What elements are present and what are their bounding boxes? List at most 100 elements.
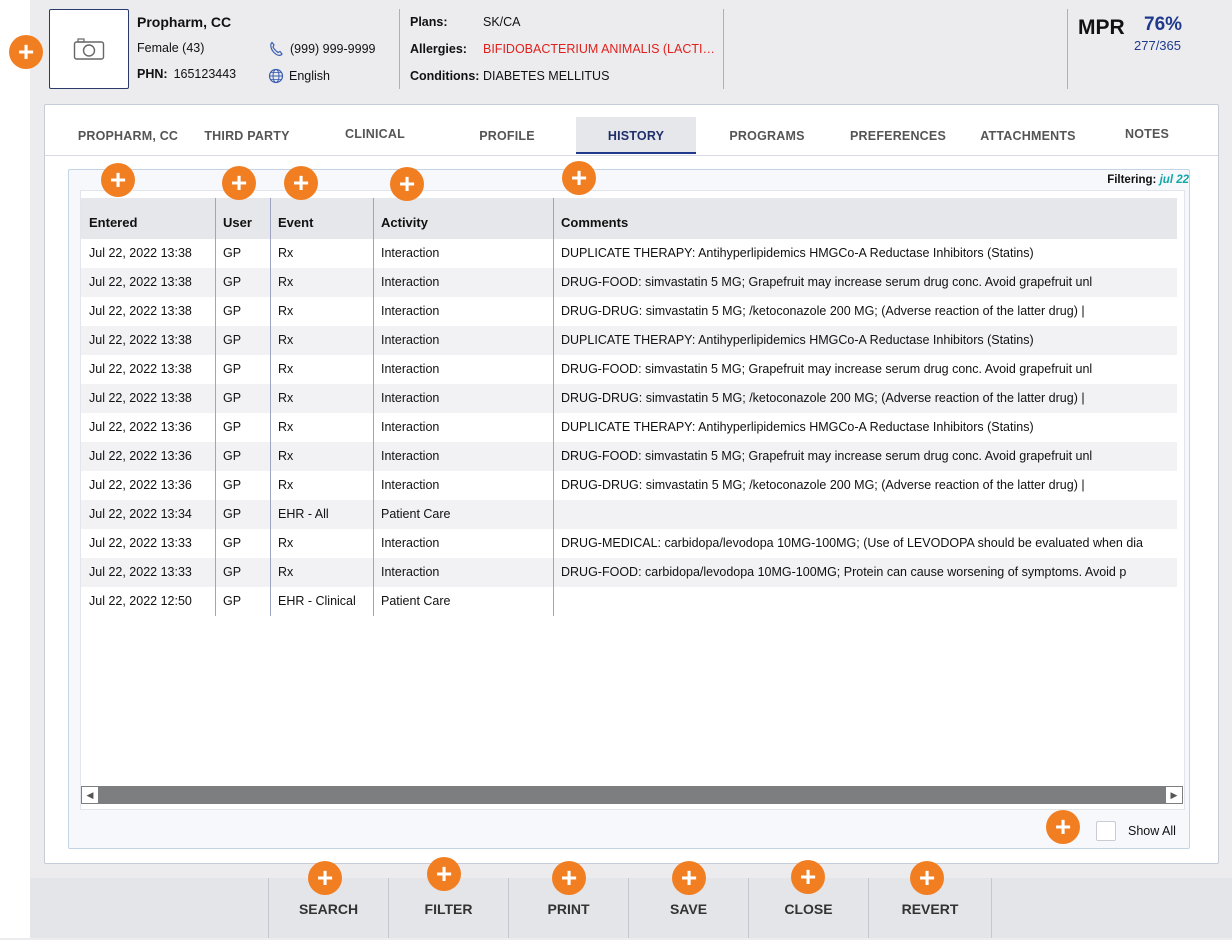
plus-icon[interactable]: + (672, 861, 706, 895)
cell-event: EHR - All (278, 507, 329, 521)
cell-comments: DUPLICATE THERAPY: Antihyperlipidemics H… (561, 246, 1034, 260)
cell-user: GP (223, 594, 242, 608)
cell-user: GP (223, 275, 242, 289)
cell-activity: Interaction (381, 246, 440, 260)
cell-comments (553, 587, 1177, 616)
table-row[interactable]: Jul 22, 2022 12:50 GP EHR - Clinical Patien… (81, 587, 1177, 616)
cell-user: GP (223, 333, 242, 347)
cell-activity: Interaction (381, 478, 440, 492)
cell-activity: Interaction (381, 536, 440, 550)
scroll-right-arrow[interactable]: ▶ (1165, 786, 1183, 804)
conditions-label: Conditions: (410, 69, 480, 83)
table-row[interactable]: Jul 22, 2022 13:38 GP Rx Interaction DRUG-FO… (81, 355, 1177, 384)
column-divider (553, 198, 554, 616)
column-header-event[interactable]: Event (270, 198, 373, 239)
tab-third-party[interactable]: THIRD PARTY (189, 117, 305, 153)
cell-user: GP (223, 362, 242, 376)
plans-label: Plans: (410, 15, 448, 29)
plus-icon[interactable]: + (101, 163, 135, 197)
plus-icon[interactable]: + (427, 857, 461, 891)
filter-label: Filtering: (1107, 174, 1157, 186)
tab-propharm[interactable]: PROPHARM, CC (67, 117, 189, 153)
table-row[interactable]: Jul 22, 2022 13:33 GP Rx Interaction DRUG-ME… (81, 529, 1177, 558)
plus-icon[interactable]: + (791, 860, 825, 894)
show-all-toggle[interactable]: Show All (1096, 821, 1176, 841)
tab-notes[interactable]: NOTES (1095, 115, 1199, 151)
cell-user: GP (223, 304, 242, 318)
cell-comments: DRUG-DRUG: simvastatin 5 MG; /ketoconazo… (561, 304, 1085, 318)
table-row[interactable]: Jul 22, 2022 13:38 GP Rx Interaction DRUG-FO… (81, 268, 1177, 297)
cell-activity: Interaction (381, 275, 440, 289)
plans-value: SK/CA (483, 15, 521, 29)
cell-user: GP (223, 478, 242, 492)
tab-clinical[interactable]: CLINICAL (315, 115, 435, 151)
cell-comments: DRUG-FOOD: simvastatin 5 MG; Grapefruit … (561, 362, 1093, 376)
cell-entered: Jul 22, 2022 13:34 (89, 507, 192, 521)
cell-entered: Jul 22, 2022 13:38 (89, 275, 192, 289)
cell-activity: Interaction (381, 391, 440, 405)
filter-value: jul 22 (1159, 174, 1189, 186)
allergies-value[interactable]: BIFIDOBACTERIUM ANIMALIS (LACTIS) BI... (483, 42, 723, 56)
table-row[interactable]: Jul 22, 2022 13:38 GP Rx Interaction DUPLICA… (81, 326, 1177, 355)
table-row[interactable]: Jul 22, 2022 13:38 GP Rx Interaction DRUG-DR… (81, 297, 1177, 326)
cell-comments: DRUG-MEDICAL: carbidopa/levodopa 10MG-10… (561, 536, 1144, 550)
plus-icon[interactable]: + (552, 861, 586, 895)
tab-attachments[interactable]: ATTACHMENTS (967, 117, 1089, 153)
column-header-comments[interactable]: Comments (553, 198, 1173, 239)
table-row[interactable]: Jul 22, 2022 13:36 GP Rx Interaction DRUG-FO… (81, 442, 1177, 471)
cell-activity: Interaction (381, 565, 440, 579)
cell-entered: Jul 22, 2022 13:36 (89, 449, 192, 463)
horizontal-scrollbar[interactable]: ◀ ▶ (81, 786, 1183, 804)
tab-profile[interactable]: PROFILE (447, 117, 567, 153)
tab-history[interactable]: HISTORY (576, 117, 696, 154)
cell-user: GP (223, 507, 242, 521)
cell-event: Rx (278, 333, 294, 347)
cell-entered: Jul 22, 2022 13:36 (89, 478, 192, 492)
plus-icon[interactable]: + (9, 35, 43, 69)
table-row[interactable]: Jul 22, 2022 13:38 GP Rx Interaction DRUG-DR… (81, 384, 1177, 413)
cell-activity: Interaction (381, 420, 440, 434)
patient-language: English (268, 68, 330, 84)
plus-icon[interactable]: + (910, 861, 944, 895)
show-all-checkbox[interactable] (1096, 821, 1116, 841)
conditions-row: Conditions: DIABETES MELLITUS (410, 69, 609, 83)
cell-comments: DRUG-DRUG: simvastatin 5 MG; /ketoconazo… (561, 478, 1085, 492)
plus-icon[interactable]: + (222, 166, 256, 200)
table-row[interactable]: Jul 22, 2022 13:33 GP Rx Interaction DRUG-FO… (81, 558, 1177, 587)
cell-activity: Patient Care (381, 594, 451, 608)
cell-event: EHR - Clinical (278, 594, 356, 608)
table-row[interactable]: Jul 22, 2022 13:38 GP Rx Interaction DUPLICA… (81, 239, 1177, 268)
tab-preferences[interactable]: PREFERENCES (837, 117, 959, 153)
cell-entered: Jul 22, 2022 13:36 (89, 420, 192, 434)
cell-entered: Jul 22, 2022 13:38 (89, 391, 192, 405)
cell-comments: DRUG-DRUG: simvastatin 5 MG; /ketoconazo… (561, 391, 1085, 405)
cell-event: Rx (278, 246, 294, 260)
plus-icon[interactable]: + (284, 166, 318, 200)
table-row[interactable]: Jul 22, 2022 13:36 GP Rx Interaction DUPLICA… (81, 413, 1177, 442)
phn-value: 165123443 (173, 67, 237, 81)
plus-icon[interactable]: + (562, 161, 596, 195)
table-row[interactable]: Jul 22, 2022 13:36 GP Rx Interaction DRUG-DR… (81, 471, 1177, 500)
cell-comments: DUPLICATE THERAPY: Antihyperlipidemics H… (561, 420, 1034, 434)
cell-entered: Jul 22, 2022 13:38 (89, 362, 192, 376)
cell-entered: Jul 22, 2022 12:50 (89, 594, 192, 608)
plus-icon[interactable]: + (390, 167, 424, 201)
plus-icon[interactable]: + (1046, 810, 1080, 844)
scroll-left-arrow[interactable]: ◀ (81, 786, 99, 804)
main-panel: PROPHARM, CC THIRD PARTY CLINICAL PROFIL… (44, 104, 1219, 864)
table-header: Entered User Event Activity Comments (81, 198, 1177, 239)
plus-icon[interactable]: + (308, 861, 342, 895)
patient-name: Propharm, CC (137, 14, 232, 30)
column-header-activity[interactable]: Activity (373, 198, 553, 239)
cell-event: Rx (278, 536, 294, 550)
cell-user: GP (223, 449, 242, 463)
tab-programs[interactable]: PROGRAMS (707, 117, 827, 153)
column-header-entered[interactable]: Entered (81, 198, 215, 239)
cell-user: GP (223, 565, 242, 579)
table-row[interactable]: Jul 22, 2022 13:34 GP EHR - All Patient Car… (81, 500, 1177, 529)
cell-user: GP (223, 391, 242, 405)
column-header-user[interactable]: User (215, 198, 270, 239)
cell-event: Rx (278, 565, 294, 579)
patient-photo[interactable] (49, 9, 129, 89)
header-divider (723, 9, 724, 89)
